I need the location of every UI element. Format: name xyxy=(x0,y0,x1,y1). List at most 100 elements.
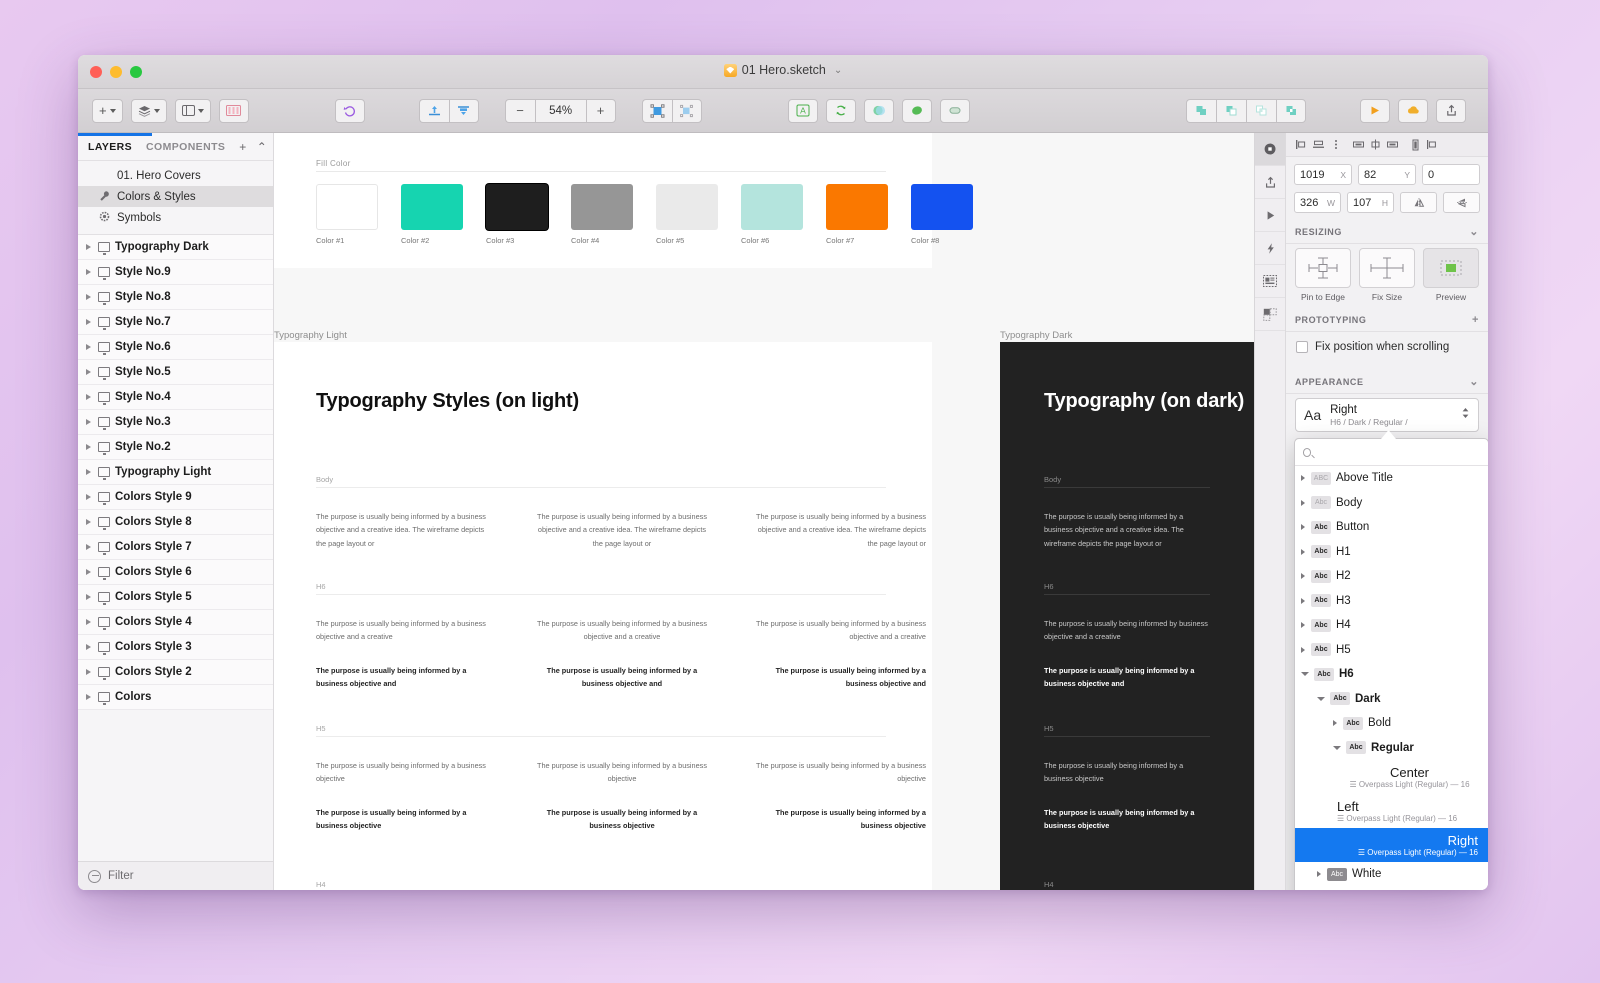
color-swatch[interactable]: Color #2 xyxy=(401,184,463,245)
align-top-button[interactable] xyxy=(419,99,449,123)
disclosure-triangle-icon[interactable] xyxy=(1301,647,1306,653)
color-swatch-chip[interactable] xyxy=(826,184,888,230)
disclosure-triangle-icon[interactable] xyxy=(86,644,91,650)
layer-row[interactable]: Typography Dark xyxy=(78,235,273,260)
artboard-typography-light[interactable]: Typography Styles (on light) BodyThe pur… xyxy=(274,342,932,890)
y-position-field[interactable]: 82 Y xyxy=(1358,164,1416,185)
disclosure-triangle-icon[interactable] xyxy=(1301,524,1306,530)
disclosure-triangle-icon[interactable] xyxy=(86,694,91,700)
text-style-dropdown[interactable]: ABCAbove TitleAbcBodyAbcButtonAbcH1AbcH2… xyxy=(1294,438,1488,890)
dropdown-style-item[interactable]: AbcH1 xyxy=(1295,540,1488,565)
dropdown-style-item[interactable]: ABCAbove Title xyxy=(1295,466,1488,491)
typography-sample-text[interactable]: The purpose is usually being informed by… xyxy=(534,759,710,786)
tab-layers[interactable]: LAYERS xyxy=(88,141,132,153)
disclosure-triangle-icon[interactable] xyxy=(86,594,91,600)
distribute-vertical-icon[interactable] xyxy=(1407,137,1424,153)
zoom-in-button[interactable]: + xyxy=(586,99,616,123)
color-swatch[interactable]: Color #3 xyxy=(486,184,548,245)
text-style-selector[interactable]: Aa Right H6 / Dark / Regular / xyxy=(1295,398,1479,432)
height-field[interactable]: 107 H xyxy=(1347,192,1394,213)
layer-row[interactable]: Colors Style 2 xyxy=(78,660,273,685)
layer-group-button[interactable] xyxy=(131,99,167,123)
more-align-options-icon[interactable] xyxy=(1327,137,1344,153)
color-swatch-chip[interactable] xyxy=(316,184,378,230)
typography-sample-text[interactable]: The purpose is usually being informed by… xyxy=(750,664,926,691)
dropdown-style-item[interactable]: AbcButton xyxy=(1295,515,1488,540)
layer-row[interactable]: Typography Light xyxy=(78,460,273,485)
disclosure-triangle-icon[interactable] xyxy=(86,469,91,475)
fix-position-checkbox-row[interactable]: Fix position when scrolling xyxy=(1286,332,1488,363)
typography-sample-text[interactable]: The purpose is usually being informed by… xyxy=(750,759,926,786)
pin-to-edge-button[interactable] xyxy=(1295,248,1351,288)
align-top-edge-icon[interactable] xyxy=(1350,137,1367,153)
transform-button[interactable] xyxy=(672,99,702,123)
width-field[interactable]: 326 W xyxy=(1294,192,1341,213)
intersect-button[interactable] xyxy=(1246,99,1276,123)
disclosure-triangle-icon[interactable] xyxy=(1317,697,1325,701)
create-symbol-button[interactable]: A xyxy=(788,99,818,123)
flatten-button[interactable] xyxy=(940,99,970,123)
dropdown-search-row[interactable] xyxy=(1295,439,1488,466)
fix-size-button[interactable] xyxy=(1359,248,1415,288)
dropdown-style-item[interactable]: AbcH6 xyxy=(1295,662,1488,687)
typography-sample-text[interactable]: The purpose is usually being informed by… xyxy=(1044,664,1210,691)
dropdown-style-leaf[interactable]: Center☰ Overpass Light (Regular) — 16 xyxy=(1295,760,1488,794)
dropdown-style-item[interactable]: AbcH4 xyxy=(1295,613,1488,638)
dropdown-style-leaf[interactable]: Right☰ Overpass Light (Regular) — 16 xyxy=(1295,828,1488,862)
disclosure-triangle-icon[interactable] xyxy=(86,519,91,525)
dropdown-style-item[interactable]: AbcH2 xyxy=(1295,564,1488,589)
typography-sample-text[interactable]: The purpose is usually being informed by… xyxy=(750,510,926,550)
dropdown-style-leaf[interactable]: Left☰ Overpass Light (Regular) — 16 xyxy=(1295,794,1488,828)
layer-row[interactable]: Colors Style 3 xyxy=(78,635,273,660)
layer-row[interactable]: Style No.4 xyxy=(78,385,273,410)
color-swatch-chip[interactable] xyxy=(486,184,548,230)
typography-sample-text[interactable]: The purpose is usually being informed by… xyxy=(316,759,492,786)
color-swatch-chip[interactable] xyxy=(741,184,803,230)
dropdown-style-item[interactable]: AbcDark xyxy=(1295,687,1488,712)
dropdown-style-item[interactable]: AbcBold xyxy=(1295,711,1488,736)
zoom-out-button[interactable]: − xyxy=(505,99,535,123)
disclosure-triangle-icon[interactable] xyxy=(1333,746,1341,750)
typography-sample-text[interactable]: The purpose is usually being informed by… xyxy=(750,617,926,644)
layer-row[interactable]: Colors Style 5 xyxy=(78,585,273,610)
layer-filter-bar[interactable]: Filter xyxy=(78,861,273,890)
dropdown-style-item[interactable]: AbcBody xyxy=(1295,491,1488,516)
typography-sample-text[interactable]: The purpose is usually being informed by… xyxy=(1044,759,1210,786)
zoom-level-display[interactable]: 54% xyxy=(535,99,586,123)
page-item-symbols[interactable]: Symbols xyxy=(78,207,273,228)
flip-vertical-button[interactable] xyxy=(1443,192,1480,213)
inspector-tab-export[interactable] xyxy=(1255,166,1285,199)
dropdown-style-item[interactable]: AbcH5 xyxy=(1295,638,1488,663)
add-page-button[interactable]: + xyxy=(239,140,246,154)
inspector-tab-style[interactable] xyxy=(1255,133,1285,166)
mask-button[interactable] xyxy=(864,99,894,123)
page-item-hero-covers[interactable]: 01. Hero Covers xyxy=(78,165,273,186)
artboard-typography-dark[interactable]: Typography (on dark) BodyThe purpose is … xyxy=(1000,342,1254,890)
disclosure-triangle-icon[interactable] xyxy=(86,494,91,500)
x-position-field[interactable]: 1019 X xyxy=(1294,164,1352,185)
cloud-upload-button[interactable] xyxy=(1398,99,1428,123)
fix-position-checkbox[interactable] xyxy=(1296,341,1308,353)
add-prototype-link-button[interactable]: + xyxy=(1472,314,1479,326)
disclosure-triangle-icon[interactable] xyxy=(1317,871,1322,877)
typography-sample-text[interactable]: The purpose is usually being informed by… xyxy=(534,664,710,691)
color-swatch[interactable]: Color #4 xyxy=(571,184,633,245)
disclosure-triangle-icon[interactable] xyxy=(86,669,91,675)
inspector-tab-components[interactable] xyxy=(1255,265,1285,298)
disclosure-triangle-icon[interactable] xyxy=(86,369,91,375)
color-swatch[interactable]: Color #7 xyxy=(826,184,888,245)
align-bottom-button[interactable] xyxy=(449,99,479,123)
layer-row[interactable]: Style No.6 xyxy=(78,335,273,360)
inspector-tab-overrides[interactable] xyxy=(1255,298,1285,331)
rotation-field[interactable]: 0 xyxy=(1422,164,1480,185)
chevron-updown-icon[interactable] xyxy=(1461,406,1470,425)
dropdown-style-list[interactable]: ABCAbove TitleAbcBodyAbcButtonAbcH1AbcH2… xyxy=(1295,466,1488,890)
artboard-name-typography-light[interactable]: Typography Light xyxy=(274,330,347,341)
layer-row[interactable]: Colors xyxy=(78,685,273,710)
typography-sample-text[interactable]: The purpose is usually being informed by… xyxy=(1044,617,1210,644)
color-swatch[interactable]: Color #5 xyxy=(656,184,718,245)
typography-sample-text[interactable]: The purpose is usually being informed by… xyxy=(534,806,710,833)
layer-row[interactable]: Colors Style 6 xyxy=(78,560,273,585)
disclosure-triangle-icon[interactable] xyxy=(1301,500,1306,506)
view-options-button[interactable] xyxy=(175,99,211,123)
